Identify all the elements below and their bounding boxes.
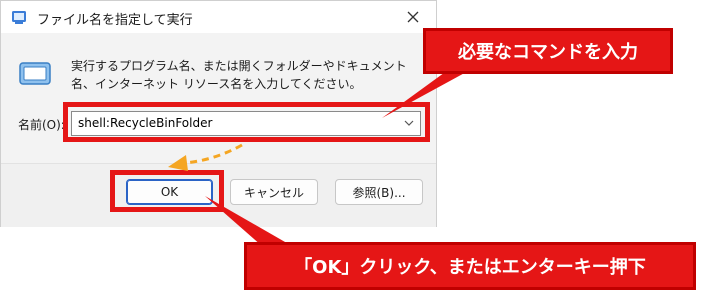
- callout-ok-pointer: [205, 196, 292, 246]
- dashed-arrow: [184, 143, 243, 165]
- dashed-arrow-head: [168, 155, 188, 171]
- callout-input-pointer: [382, 70, 470, 118]
- callout-enter-command: 必要なコマンドを入力: [423, 28, 673, 74]
- callout-click-ok: 「OK」クリック、またはエンターキー押下: [244, 242, 696, 290]
